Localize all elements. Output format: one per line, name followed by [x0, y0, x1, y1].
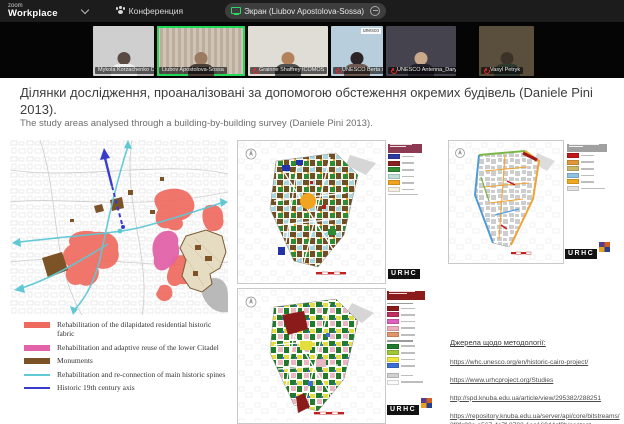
screen-share-icon [231, 7, 240, 15]
sources-heading: Джерела щодо методології: [450, 338, 622, 347]
conditions-survey-map [237, 288, 386, 424]
partner-logo [599, 242, 610, 252]
tab-meeting[interactable]: Конференция [116, 6, 183, 16]
participant-name: UNESCO Antenna_Daryn... [388, 67, 456, 74]
legend-swatch-blue-line [24, 387, 50, 389]
legend-item: Rehabilitation of the dilapidated reside… [24, 320, 229, 339]
source-link-urhc[interactable]: https://www.urhcproject.org/Studies [450, 377, 622, 386]
chevron-down-icon[interactable] [80, 6, 88, 14]
masterplan-map [10, 140, 228, 315]
slide-subtitle: The study areas analysed through a build… [20, 118, 606, 129]
urhc-logo: URHC [388, 262, 420, 280]
legend-swatch-brown [24, 358, 50, 364]
mic-muted-icon [391, 68, 395, 74]
landuse-survey-map [237, 140, 386, 284]
source-link-unesco[interactable]: https://whc.unesco.org/en/historic-cairo… [450, 359, 622, 368]
participant-tile-antenna[interactable]: UNESCO Antenna_Daryn... [386, 26, 456, 76]
legend-item: Rehabilitation and adaptive reuse of the… [24, 343, 229, 352]
streets-legend-panel [567, 142, 607, 191]
screen-tab-label: Экран (Liubov Apostolova-Sossa) [244, 7, 364, 16]
participant-name: UNESCO Berta de Sancris... [333, 67, 383, 74]
mic-muted-icon [484, 68, 488, 74]
streets-survey-map [448, 140, 564, 264]
landuse-legend-panel [388, 142, 422, 195]
source-link-repository-knuba[interactable]: https://repository.knuba.edu.ua/server/a… [450, 413, 622, 424]
legend-item: Rehabilitation and re-connection of main… [24, 370, 229, 379]
participant-name: Grainne Shaffrey ICOMOS [250, 67, 327, 74]
participant-tile-vasyl[interactable]: Vasyl Petryk [479, 26, 534, 76]
slide-title: Ділянки дослідження, проаналізовані за д… [20, 84, 606, 118]
participant-tile-mykola[interactable]: Mykola Korzachenko Che... [93, 26, 154, 76]
legend-swatch-cyan-line [24, 374, 50, 376]
unesco-logo: unesco [361, 28, 381, 34]
legend-item: Historic 19th century axis [24, 383, 229, 392]
zoom-workplace-logo: zoom Workplace [8, 3, 58, 19]
legend-swatch-pink [24, 345, 50, 351]
topbar: zoom Workplace Конференция Экран (Liubov… [0, 0, 624, 22]
shared-screen-slide: Ділянки дослідження, проаналізовані за д… [0, 78, 624, 424]
source-link-spd-knuba[interactable]: http://spd.knuba.edu.ua/article/view/295… [450, 395, 622, 404]
tab-screen-share[interactable]: Экран (Liubov Apostolova-Sossa) [225, 3, 386, 19]
zoom-app-window: zoom Workplace Конференция Экран (Liubov… [0, 0, 624, 424]
legend-label: Rehabilitation and re-connection of main… [57, 370, 225, 379]
mic-muted-icon [336, 68, 340, 74]
participant-strip: Mykola Korzachenko Che... Liubov Apostol… [0, 22, 624, 78]
scale-bar [511, 252, 531, 254]
workplace-brand-text: Workplace [8, 9, 58, 19]
participant-name: Vasyl Petryk [481, 67, 523, 74]
urhc-logo: URHC [565, 242, 610, 260]
scale-bar [316, 272, 346, 274]
mic-muted-icon [253, 68, 257, 74]
partner-logo [421, 398, 432, 408]
participant-tile-berta[interactable]: unesco UNESCO Berta de Sancris... [331, 26, 383, 76]
participant-tile-grainne[interactable]: Grainne Shaffrey ICOMOS [248, 26, 328, 76]
masterplan-legend: Rehabilitation of the dilapidated reside… [24, 320, 229, 396]
legend-label: Rehabilitation of the dilapidated reside… [57, 320, 229, 339]
meeting-tab-label: Конференция [129, 6, 183, 16]
legend-item: Monuments [24, 356, 229, 365]
legend-label: Rehabilitation and adaptive reuse of the… [57, 343, 219, 352]
legend-label: Monuments [57, 356, 93, 365]
legend-label: Historic 19th century axis [57, 383, 135, 392]
urhc-logo: URHC [387, 398, 432, 416]
participant-name: Mykola Korzachenko Che... [95, 67, 154, 74]
conditions-legend-panel [387, 289, 425, 385]
paw-icon [116, 7, 125, 15]
participant-name: Liubov Apostolova-Sossa [159, 67, 227, 74]
participant-tile-liubov-active-speaker[interactable]: Liubov Apostolova-Sossa [157, 26, 245, 76]
remove-view-icon[interactable] [370, 6, 380, 16]
sources-block: Джерела щодо методології: https://whc.un… [450, 338, 622, 424]
legend-swatch-red [24, 322, 50, 328]
scale-bar [314, 412, 344, 414]
